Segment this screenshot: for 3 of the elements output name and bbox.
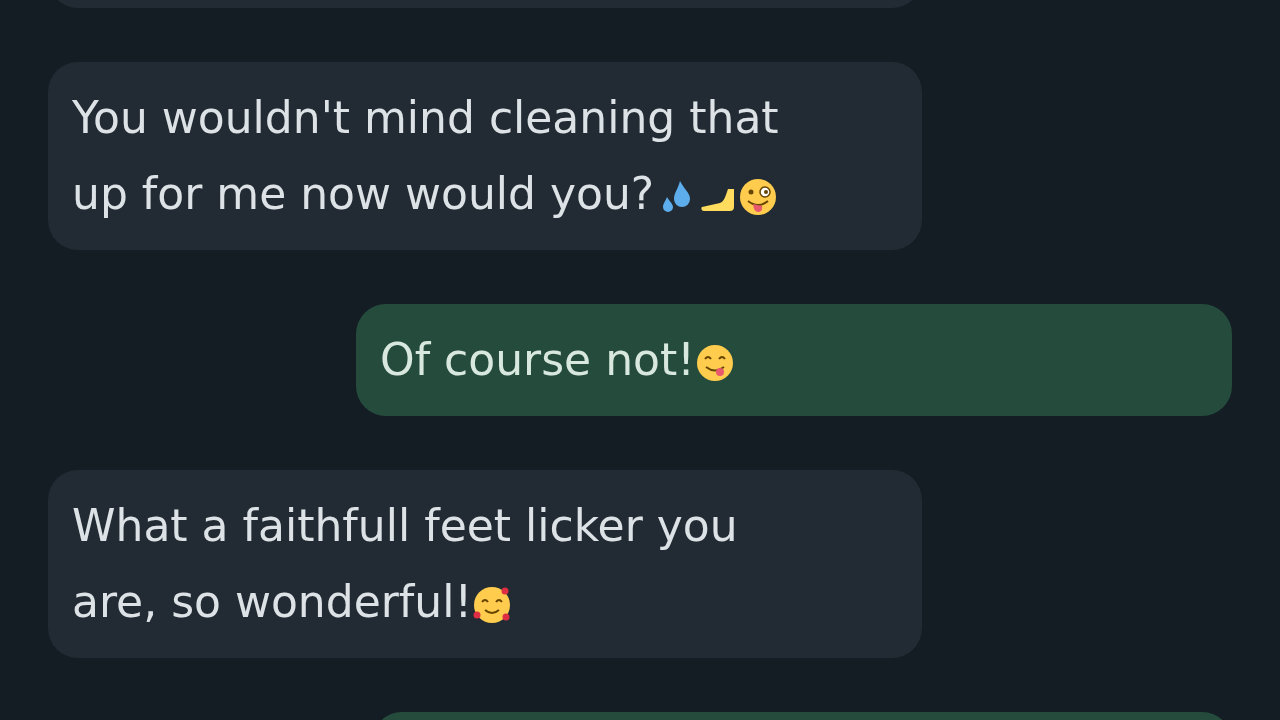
message-text: You wouldn't mind cleaning that up for me now would you? — [72, 91, 780, 221]
message-text: What a faithfull feet licker you are, so wonderful! — [72, 499, 739, 629]
message-text: Of course not! — [380, 322, 1110, 398]
